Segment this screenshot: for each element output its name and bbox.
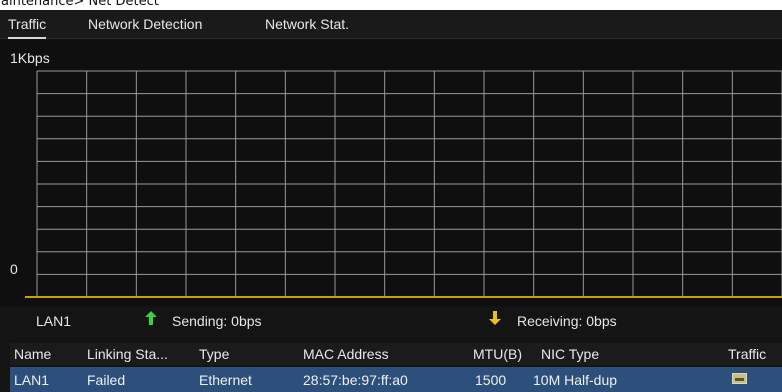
column-header-mac-address[interactable]: MAC Address [303,346,389,362]
table-header: Name Linking Sta... Type MAC Address MTU… [10,343,782,365]
cell-name: LAN1 [14,372,50,388]
column-header-mtu[interactable]: MTU(B) [473,346,522,362]
legend-interface-label: LAN1 [36,313,72,329]
breadcrumb-caption: aintenance> Net Detect [0,0,782,10]
cell-mac-address: 28:57:be:97:ff:a0 [303,372,408,388]
network-interface-table: Name Linking Sta... Type MAC Address MTU… [0,341,782,392]
chart-legend: LAN1 Sending: 0bps Receiving: 0bps [0,306,782,336]
traffic-chart-grid [25,70,782,298]
tab-bar: Traffic Network Detection Network Stat. [0,10,782,39]
column-header-type[interactable]: Type [199,346,229,362]
column-header-linking-status[interactable]: Linking Sta... [87,346,168,362]
cell-type: Ethernet [199,372,252,388]
cell-nic-type: 10M Half-dup [533,372,618,388]
tab-traffic[interactable]: Traffic [8,15,47,39]
sending-rate: Sending: 0bps [172,313,262,329]
tab-network-stat[interactable]: Network Stat. [265,15,349,37]
cell-linking-status: Failed [87,372,126,388]
tab-network-detection[interactable]: Network Detection [88,15,202,37]
table-row[interactable]: LAN1 Failed Ethernet 28:57:be:97:ff:a0 1… [10,367,782,392]
column-header-name[interactable]: Name [14,346,51,362]
column-header-traffic[interactable]: Traffic [728,346,766,362]
column-header-nic-type[interactable]: NIC Type [541,346,599,362]
breadcrumb-text: aintenance> Net Detect [1,0,159,9]
receiving-rate: Receiving: 0bps [517,313,617,329]
receiving-arrow-icon [489,311,501,325]
cell-mtu: 1500 [475,372,507,388]
sending-arrow-icon [145,311,157,325]
traffic-graph-icon[interactable] [732,373,747,384]
